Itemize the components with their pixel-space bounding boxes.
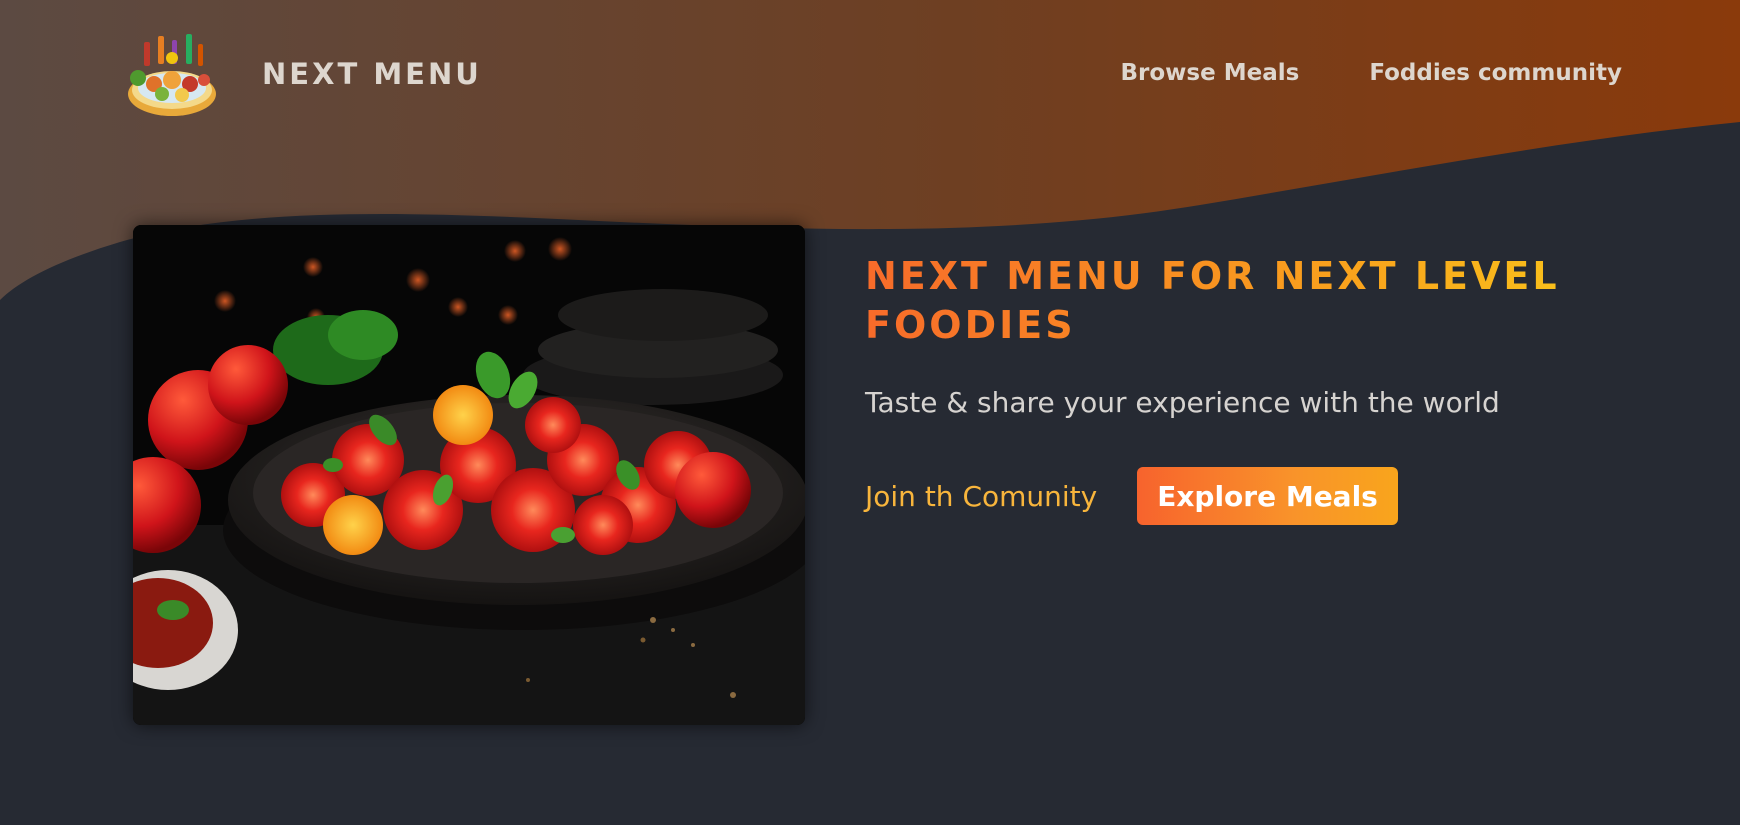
hero-image: [133, 225, 805, 725]
food-platter-icon: [128, 34, 216, 116]
nav-foodies-community[interactable]: Foddies community: [1369, 60, 1622, 86]
hero-subtitle: Taste & share your experience with the w…: [865, 386, 1500, 419]
cta-row: Join th Comunity Explore Meals: [865, 467, 1665, 525]
hero-title: NEXT MENU FOR NEXT LEVEL FOODIES: [865, 252, 1585, 350]
join-community-link[interactable]: Join th Comunity: [865, 480, 1097, 513]
logo-link[interactable]: NEXT MENU: [124, 28, 482, 120]
main-nav: Browse Meals Foddies community: [1121, 60, 1623, 86]
site-header: NEXT MENU Browse Meals Foddies community: [0, 0, 1740, 150]
logo-text: NEXT MENU: [262, 57, 482, 91]
hero-content: NEXT MENU FOR NEXT LEVEL FOODIES Taste &…: [865, 252, 1665, 525]
explore-meals-button[interactable]: Explore Meals: [1137, 467, 1398, 525]
tomato-salad-photo: [133, 225, 805, 725]
nav-browse-meals[interactable]: Browse Meals: [1121, 60, 1300, 86]
